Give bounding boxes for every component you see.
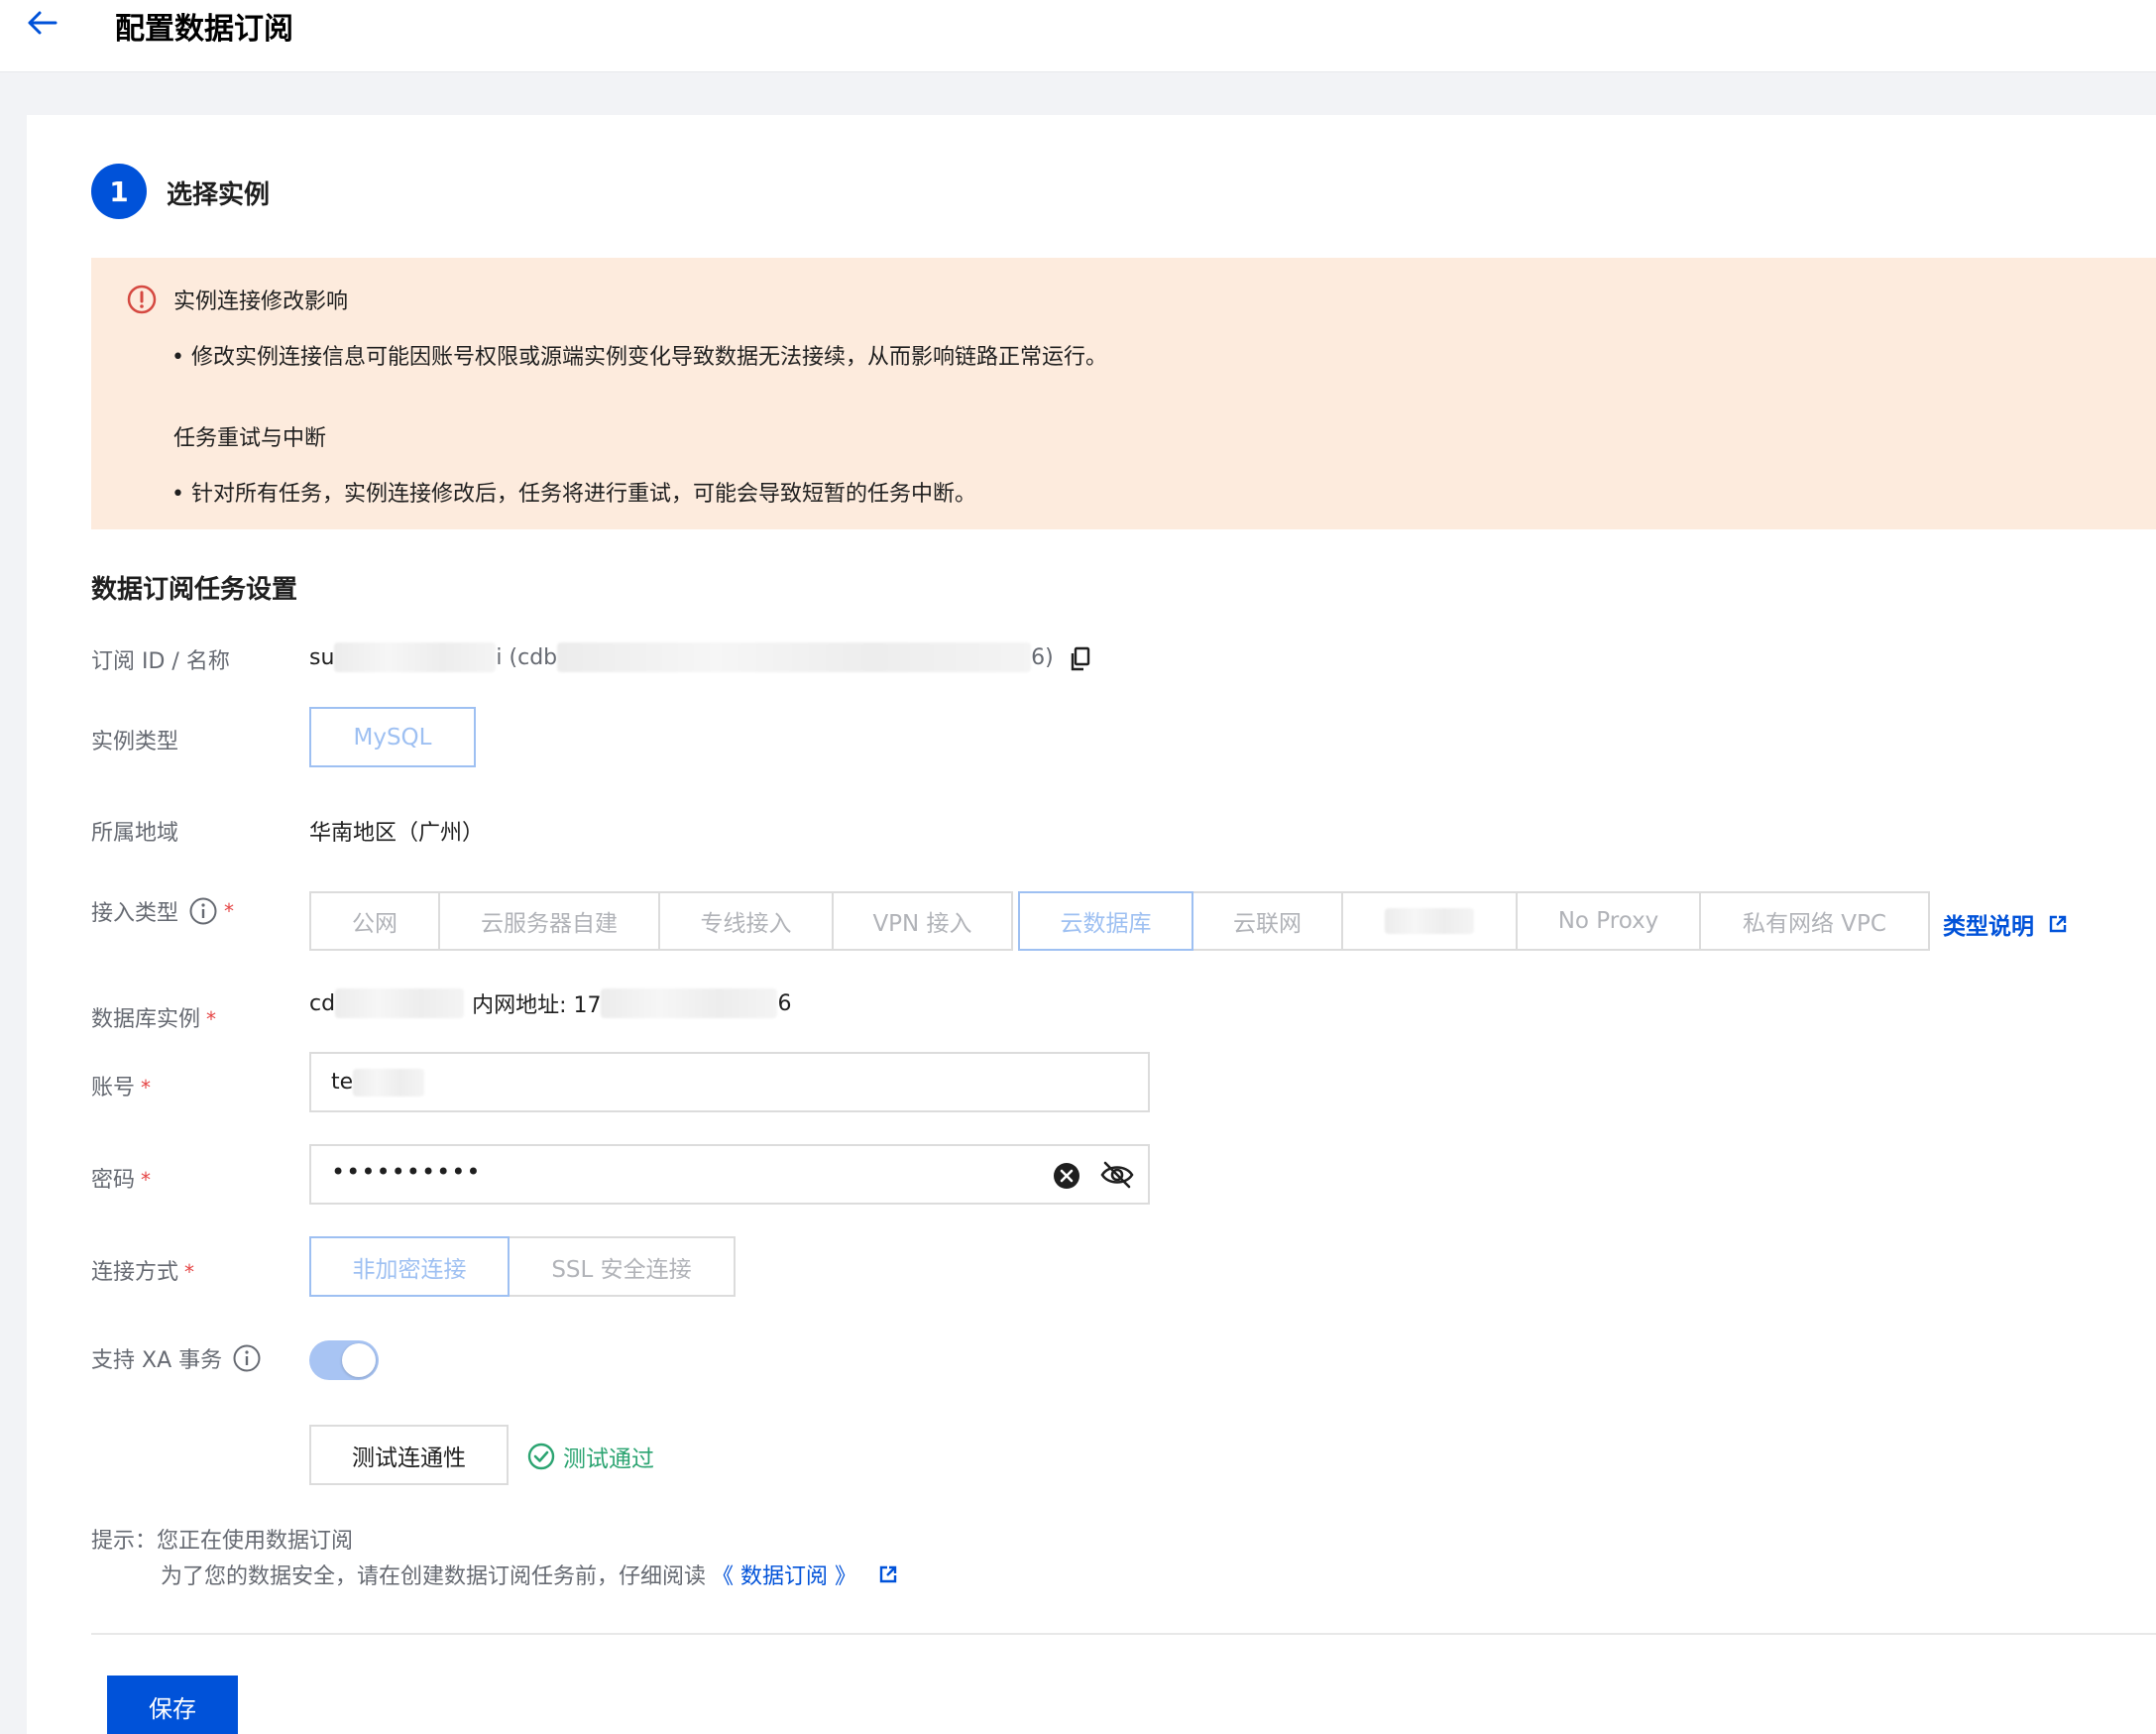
step-number-badge: 1 [91,164,147,219]
redacted-text [1385,908,1474,934]
password-input[interactable]: •••••••••• [309,1144,1150,1205]
subscription-doc-link[interactable]: 《 数据订阅 》 [712,1559,856,1590]
region-value: 华南地区（广州） [309,821,485,846]
password-label: 密码 [91,1168,136,1193]
conn-mode-label-group: 连接方式 * [91,1254,194,1286]
redacted-text [334,642,497,672]
access-type-public[interactable]: 公网 [309,891,440,951]
access-type-redacted[interactable] [1341,891,1518,951]
tip-line-1: 提示：您正在使用数据订阅 [91,1529,354,1554]
required-mark: * [141,1168,152,1192]
instance-type-label: 实例类型 [91,730,179,754]
external-link-icon[interactable] [878,1564,898,1584]
conn-mode-plain[interactable]: 非加密连接 [309,1236,510,1297]
access-type-ccn[interactable]: 云联网 [1191,891,1343,951]
access-type-vpn[interactable]: VPN 接入 [832,891,1013,951]
alert-bullet-connection: • 修改实例连接信息可能因账号权限或源端实例变化导致数据无法接续，从而影响链路正… [171,345,1107,370]
account-input[interactable]: te [309,1052,1150,1112]
region-label: 所属地域 [91,821,179,846]
tip-line-2-text: 为了您的数据安全，请在创建数据订阅任务前，仔细阅读 [161,1564,707,1589]
external-link-icon [2049,915,2067,933]
redacted-text [353,1068,425,1097]
redacted-text [601,988,778,1018]
account-label-group: 账号 * [91,1070,151,1101]
sub-id-value: su i (cdb 6) [309,642,1054,672]
eye-off-icon[interactable] [1100,1160,1134,1190]
page-header: 配置数据订阅 [0,0,2156,72]
section-title: 数据订阅任务设置 [91,575,298,605]
alert-title-connection: 实例连接修改影响 [173,289,349,314]
password-value: •••••••••• [331,1158,482,1186]
info-icon[interactable] [188,896,218,926]
xa-label-group: 支持 XA 事务 [91,1342,262,1374]
test-result: 测试通过 [527,1440,654,1473]
info-icon[interactable] [232,1343,262,1373]
access-type-dc[interactable]: 专线接入 [658,891,834,951]
page-title: 配置数据订阅 [115,12,293,47]
test-connectivity-button[interactable]: 测试连通性 [309,1425,509,1485]
db-inner-addr-label: 内网地址: 17 [472,993,602,1018]
sub-id-label: 订阅 ID / 名称 [91,649,230,674]
required-mark: * [206,1007,217,1031]
access-type-cdb[interactable]: 云数据库 [1018,891,1193,951]
db-instance-label: 数据库实例 [91,1007,201,1032]
xa-toggle-switch[interactable] [309,1340,379,1380]
access-type-label: 接入类型 [91,901,179,926]
save-button[interactable]: 保存 [107,1676,238,1734]
conn-mode-ssl[interactable]: SSL 安全连接 [508,1236,736,1297]
required-mark: * [184,1260,195,1284]
conn-mode-segmented: 非加密连接 SSL 安全连接 [309,1236,736,1297]
sub-id-prefix: su [309,644,335,670]
access-type-cvm[interactable]: 云服务器自建 [438,891,660,951]
redacted-text [335,988,465,1018]
password-label-group: 密码 * [91,1162,151,1194]
toggle-knob [342,1343,376,1377]
warning-icon [127,285,157,314]
clear-icon[interactable] [1053,1162,1080,1190]
redacted-text [557,642,1032,672]
required-mark: * [141,1076,152,1099]
test-result-text: 测试通过 [563,1446,654,1472]
account-value: te [331,1070,354,1095]
alert-bullet-retry: • 针对所有任务，实例连接修改后，任务将进行重试，可能会导致短暂的任务中断。 [171,482,976,507]
db-inner-addr-suffix: 6 [777,990,792,1016]
alert-title-retry: 任务重试与中断 [173,426,327,451]
required-mark: * [224,899,235,923]
access-type-label-group: 接入类型 * [91,895,234,927]
sub-id-suffix: 6) [1031,644,1054,670]
access-type-vpc[interactable]: 私有网络 VPC [1699,891,1930,951]
sub-id-mid: i (cdb [496,644,558,670]
type-help-link[interactable]: 类型说明 [1943,907,2034,941]
xa-label: 支持 XA 事务 [91,1348,223,1373]
db-instance-prefix: cd [309,990,336,1016]
tip-line-2: 为了您的数据安全，请在创建数据订阅任务前，仔细阅读 《 数据订阅 》 [161,1559,898,1590]
access-type-segmented: 公网 云服务器自建 专线接入 VPN 接入 云数据库 云联网 No Proxy … [309,891,1955,951]
instance-type-mysql[interactable]: MySQL [309,707,476,767]
type-help-link-group[interactable]: 类型说明 [1943,907,2068,941]
access-type-no-proxy[interactable]: No Proxy [1516,891,1701,951]
step-title: 选择实例 [167,180,271,210]
db-instance-label-group: 数据库实例 * [91,1001,216,1033]
footer-divider [91,1633,2156,1635]
back-arrow-icon[interactable] [24,8,59,38]
check-circle-icon [527,1443,555,1470]
conn-mode-label: 连接方式 [91,1260,179,1285]
db-instance-value: cd 内网地址: 17 6 [309,987,791,1019]
account-label: 账号 [91,1076,136,1100]
copy-icon[interactable] [1069,646,1092,672]
